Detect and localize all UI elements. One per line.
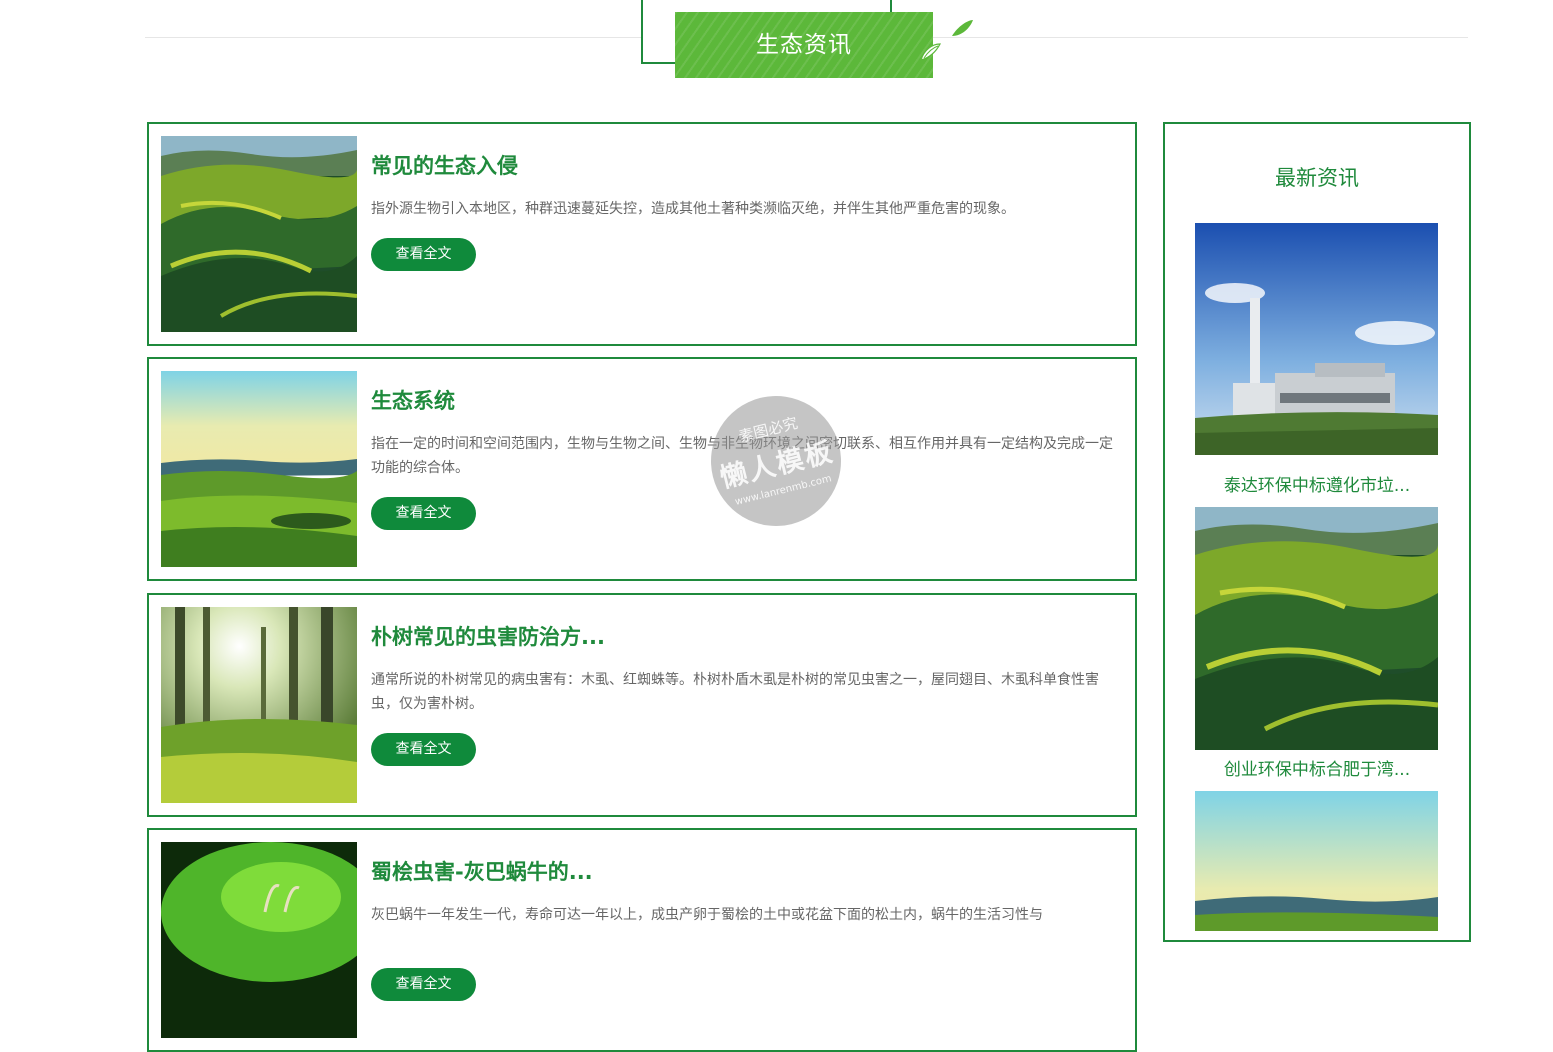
article-title[interactable]: 生态系统 — [371, 385, 455, 415]
section-title: 生态资讯 — [675, 12, 933, 78]
article-title[interactable]: 朴树常见的虫害防治方... — [371, 621, 605, 651]
article-card[interactable]: 朴树常见的虫害防治方... 通常所说的朴树常见的病虫害有：木虱、红蜘蛛等。朴树朴… — [147, 593, 1137, 817]
article-description: 灰巴蜗牛一年发生一代，寿命可达一年以上，成虫产卵于蜀桧的土中或花盆下面的松土内，… — [371, 907, 1043, 923]
article-description: 通常所说的朴树常见的病虫害有：木虱、红蜘蛛等。朴树朴盾木虱是朴树的常见虫害之一，… — [371, 672, 1099, 712]
sidebar-news-link[interactable]: 泰达环保中标遵化市垃... — [1165, 471, 1469, 496]
article-card[interactable]: 生态系统 指在一定的时间和空间范围内，生物与生物之间、生物与非生物环境之间密切联… — [147, 357, 1137, 581]
sidebar-news-image[interactable] — [1195, 791, 1438, 931]
sidebar-news-link[interactable]: 创业环保中标合肥于湾... — [1165, 755, 1469, 780]
read-more-button[interactable]: 查看全文 — [371, 733, 476, 766]
article-thumbnail[interactable] — [161, 371, 357, 567]
read-more-button[interactable]: 查看全文 — [371, 238, 476, 271]
article-title[interactable]: 蜀桧虫害-灰巴蜗牛的... — [371, 856, 593, 886]
read-more-button[interactable]: 查看全文 — [371, 968, 476, 1001]
sidebar-news-image[interactable] — [1195, 507, 1438, 750]
article-thumbnail[interactable] — [161, 136, 357, 332]
article-thumbnail[interactable] — [161, 842, 357, 1038]
read-more-button[interactable]: 查看全文 — [371, 497, 476, 530]
article-card[interactable]: 蜀桧虫害-灰巴蜗牛的... 灰巴蜗牛一年发生一代，寿命可达一年以上，成虫产卵于蜀… — [147, 828, 1137, 1052]
article-card[interactable]: 常见的生态入侵 指外源生物引入本地区，种群迅速蔓延失控，造成其他土著种类濒临灭绝… — [147, 122, 1137, 346]
article-description: 指外源生物引入本地区，种群迅速蔓延失控，造成其他土著种类濒临灭绝，并伴生其他严重… — [371, 201, 1015, 217]
sidebar-news-image[interactable] — [1195, 223, 1438, 455]
latest-news-sidebar: 最新资讯 泰达环保中标遵化市垃... 创业环保中标合肥于湾... — [1163, 122, 1471, 942]
article-thumbnail[interactable] — [161, 607, 357, 803]
article-title[interactable]: 常见的生态入侵 — [371, 150, 518, 180]
leaf-icon — [920, 20, 973, 61]
sidebar-title: 最新资讯 — [1275, 166, 1359, 190]
